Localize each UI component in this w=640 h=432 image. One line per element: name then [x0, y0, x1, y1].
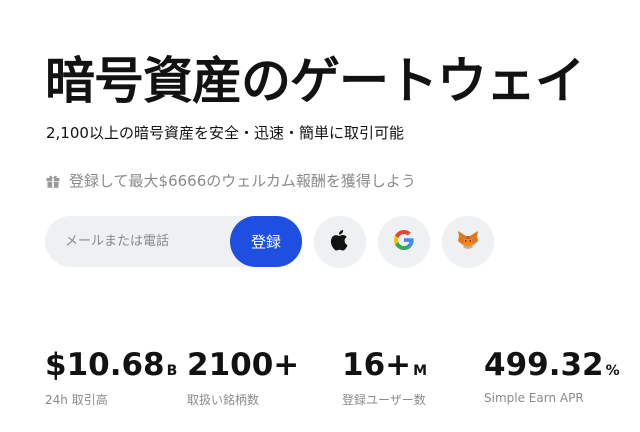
gift-icon [45, 173, 61, 189]
hero-subtitle: 2,100以上の暗号資産を安全・迅速・簡単に取引可能 [46, 124, 404, 142]
stat-simple-earn-apr: 499.32% Simple Earn APR [484, 345, 620, 405]
stat-label: 登録ユーザー数 [342, 393, 426, 407]
google-signin-button[interactable] [378, 216, 430, 268]
register-button[interactable]: 登録 [230, 216, 302, 267]
signup-form: 登録 [45, 216, 302, 267]
stat-trading-volume: $10.68 B 24h 取引高 [45, 345, 177, 408]
stat-value: 16+ [342, 347, 412, 383]
promo-text: 登録して最大$6666のウェルカム報酬を獲得しよう [69, 172, 416, 190]
metamask-icon [457, 230, 479, 254]
stat-label: 取扱い銘柄数 [187, 393, 260, 407]
stat-value: 499.32 [484, 347, 604, 383]
stat-unit: M [413, 363, 428, 379]
stat-unit: B [166, 363, 178, 379]
stat-listed-coins: 2100+ 取扱い銘柄数 [187, 345, 301, 408]
welcome-promo[interactable]: 登録して最大$6666のウェルカム報酬を獲得しよう [45, 170, 416, 191]
stat-label: Simple Earn APR [484, 391, 584, 405]
hero-title: 暗号資産のゲートウェイ [45, 52, 585, 110]
stat-label: 24h 取引高 [45, 393, 108, 407]
stat-unit: % [605, 363, 620, 379]
metamask-signin-button[interactable] [442, 216, 494, 268]
apple-icon [329, 228, 351, 256]
email-or-phone-input[interactable] [63, 233, 217, 250]
google-icon [394, 230, 414, 254]
apple-signin-button[interactable] [314, 216, 366, 268]
stat-value: 2100+ [187, 347, 300, 383]
stat-registered-users: 16+ M 登録ユーザー数 [342, 345, 427, 408]
stat-value: $10.68 [45, 347, 165, 383]
